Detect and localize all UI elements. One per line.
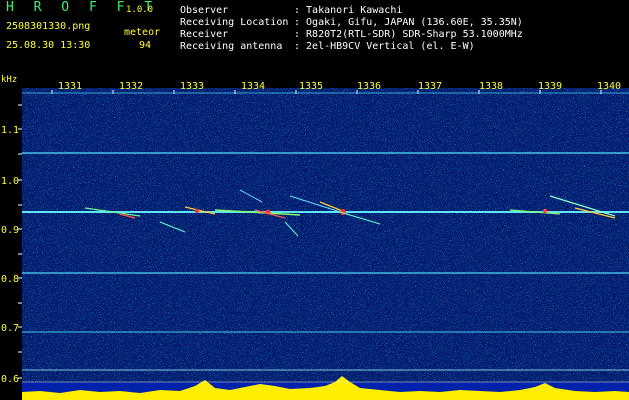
freq-tick-1.0: 1.0	[1, 176, 19, 187]
spectrogram-plot: kHz 1331 1332 1333 1334 1335 1336 1337 1…	[0, 72, 629, 400]
time-tick-1335: 1335	[299, 81, 323, 92]
meteor-head	[194, 208, 200, 214]
time-tick-1333: 1333	[180, 81, 204, 92]
freq-tick-0.9: 0.9	[1, 225, 19, 236]
time-tick-1331: 1331	[58, 81, 82, 92]
freq-axis-strip	[0, 72, 22, 400]
time-tick-1338: 1338	[479, 81, 503, 92]
freq-tick-0.7: 0.7	[1, 323, 19, 334]
freq-tick-0.6: 0.6	[1, 374, 19, 385]
meteor-head	[542, 208, 548, 214]
time-tick-1336: 1336	[357, 81, 381, 92]
time-tick-1334: 1334	[241, 81, 265, 92]
time-tick-1332: 1332	[119, 81, 143, 92]
freq-tick-1.1: 1.1	[1, 125, 19, 136]
time-tick-1337: 1337	[418, 81, 442, 92]
noise-texture	[22, 88, 629, 382]
freq-tick-0.8: 0.8	[1, 274, 19, 285]
freq-unit-label: kHz	[1, 75, 17, 85]
time-tick-1339: 1339	[538, 81, 562, 92]
